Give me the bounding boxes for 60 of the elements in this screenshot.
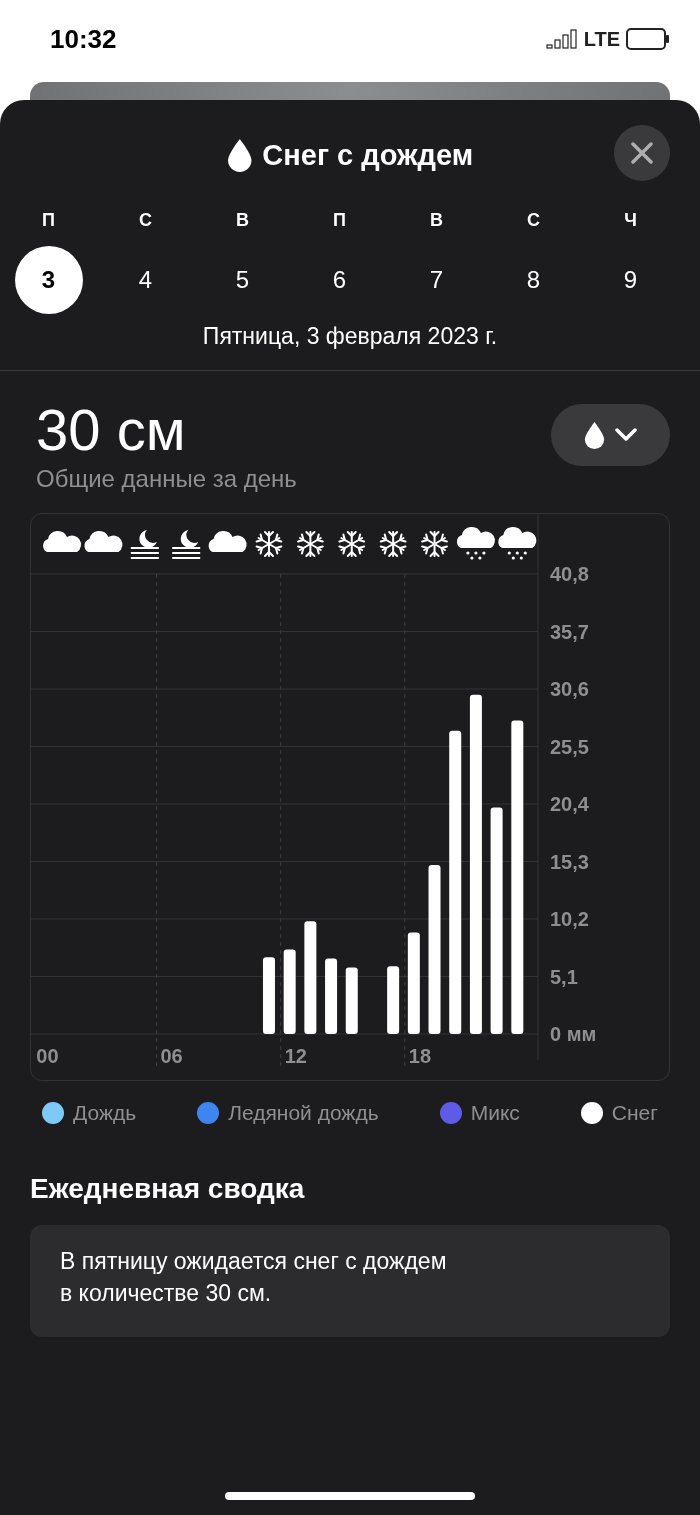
chevron-down-icon	[615, 428, 637, 442]
y-axis-label: 15,3	[550, 850, 589, 873]
cloud-icon	[84, 530, 123, 552]
y-axis-label: 25,5	[550, 735, 589, 758]
snowflake-icon	[379, 531, 407, 557]
x-axis-label: 06	[160, 1045, 183, 1067]
y-axis-label: 40,8	[550, 563, 589, 585]
weekday-label: С	[527, 210, 540, 232]
day-button[interactable]: 8	[499, 246, 568, 314]
y-axis-label: 20,4	[550, 793, 589, 815]
day-button[interactable]: 9	[596, 246, 665, 314]
drop-icon	[226, 138, 253, 172]
full-date: Пятница, 3 февраля 2023 г.	[202, 323, 498, 349]
cloud-icon	[208, 530, 247, 552]
day-button[interactable]: 6	[305, 246, 374, 314]
x-axis-label: 00	[36, 1045, 59, 1067]
section-title: Ежедневная сводка	[30, 1173, 306, 1205]
summary-text: В пятницу ожидается снег с дождем в количестве 30 см.	[30, 1225, 670, 1337]
weekday-label: П	[42, 210, 55, 232]
y-axis-label: 10,2	[550, 908, 589, 930]
snowflake-icon	[297, 531, 324, 557]
sheet-title: Снег с дождем	[262, 138, 474, 172]
legend-label: Снег	[611, 1101, 658, 1125]
bar	[345, 967, 358, 1034]
x-axis-label: 18	[408, 1045, 432, 1067]
day-button[interactable]: 7	[402, 246, 471, 314]
day-button[interactable]: 3	[14, 246, 83, 314]
moon-fog-icon	[130, 530, 159, 559]
legend-label: Ледяной дождь	[228, 1101, 379, 1125]
legend-label: Дождь	[73, 1101, 137, 1125]
total-amount: 30 см	[36, 397, 187, 463]
drop-icon	[584, 421, 605, 449]
weekday-label: В	[430, 210, 443, 232]
cloud-snow-icon	[456, 526, 495, 560]
snowflake-icon	[255, 531, 283, 557]
close-icon	[631, 142, 653, 164]
weekday-label: В	[236, 210, 249, 232]
signal-icon	[545, 29, 578, 49]
weekday-label: П	[333, 210, 346, 232]
day-button[interactable]: 5	[208, 246, 277, 314]
y-axis-label: 5,1	[550, 965, 578, 988]
y-axis-label: 35,7	[550, 620, 589, 643]
day-button[interactable]: 4	[111, 246, 180, 314]
network-label: LTE	[583, 27, 620, 51]
weekday-label: Ч	[624, 210, 637, 232]
close-button[interactable]	[614, 125, 670, 181]
snowflake-icon	[421, 531, 448, 557]
moon-fog-icon	[172, 530, 201, 559]
total-caption: Общие данные за день	[36, 465, 297, 493]
bar	[387, 966, 400, 1034]
battery-icon	[626, 28, 670, 50]
cloud-icon	[43, 530, 82, 552]
snowflake-icon	[338, 531, 366, 557]
y-axis-label: 30,6	[550, 678, 589, 700]
status-time: 10:32	[50, 23, 117, 55]
y-axis-label: 0 мм	[550, 1023, 597, 1045]
cloud-snow-icon	[498, 526, 537, 560]
weekday-label: С	[139, 210, 152, 232]
x-axis-label: 12	[284, 1045, 307, 1067]
legend-label: Микс	[470, 1101, 520, 1125]
